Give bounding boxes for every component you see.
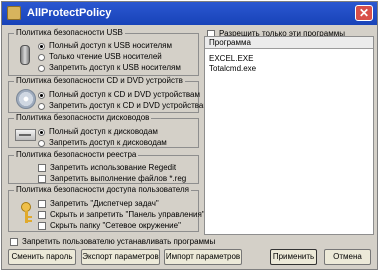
cd-policy-group: Политика безопасности CD и DVD устройств… [8,76,209,113]
window-title: AllProtectPolicy [27,7,112,19]
export-settings-button[interactable]: Экспорт параметров [81,249,160,265]
user-policy-group: Политика безопасности доступа пользовате… [8,185,205,232]
program-list-item[interactable]: EXCEL.EXE [209,54,253,64]
close-icon: ✕ [358,6,370,20]
cd-group-title: Политика безопасности CD и DVD устройств [14,76,185,86]
usb-full-access-radio[interactable]: Полный доступ к USB носителям [38,41,172,51]
hide-network-places-checkbox[interactable]: Скрыть папку "Сетевое окружение" [38,221,181,231]
program-column-header[interactable]: Программа [205,37,373,49]
change-password-button[interactable]: Сменить пароль [8,249,76,265]
deny-regedit-checkbox[interactable]: Запретить использование Regedit [38,163,176,173]
close-button[interactable]: ✕ [355,5,373,21]
title-bar: AllProtectPolicy ✕ [2,2,377,25]
program-list[interactable]: Программа EXCEL.EXE Totalcmd.exe [204,36,374,235]
hide-control-panel-checkbox[interactable]: Скрыть и запретить "Панель управления" [38,210,205,220]
deny-task-manager-checkbox[interactable]: Запретить "Диспетчер задач" [38,199,159,209]
disk-group-title: Политика безопасности дисководов [14,113,152,123]
floppy-drive-icon [14,123,38,147]
disk-deny-access-radio[interactable]: Запретить доступ к дисководам [38,138,167,148]
usb-drive-icon [14,43,38,67]
usb-deny-access-radio[interactable]: Запретить доступ к USB носителям [38,63,181,73]
deny-reg-files-checkbox[interactable]: Запретить выполнение файлов *.reg [38,174,186,184]
user-group-title: Политика безопасности доступа пользовате… [14,185,191,195]
key-icon [14,201,38,225]
app-icon [7,6,21,20]
apply-button[interactable]: Применить [270,249,317,265]
program-list-item[interactable]: Totalcmd.exe [209,64,256,74]
cd-deny-access-radio[interactable]: Запретить доступ к CD и DVD устройствам [38,101,209,111]
cd-icon [14,87,38,111]
registry-group-title: Политика безопасности реестра [14,150,139,160]
import-settings-button[interactable]: Импорт параметров [164,249,242,265]
usb-group-title: Политика безопасности USB [14,28,125,38]
disk-full-access-radio[interactable]: Полный доступ к дисководам [38,127,158,137]
app-window: AllProtectPolicy ✕ Политика безопасности… [1,1,378,270]
cancel-button[interactable]: Отмена [324,249,371,265]
registry-policy-group: Политика безопасности реестра Запретить … [8,150,199,184]
cd-full-access-radio[interactable]: Полный доступ к CD и DVD устройствам [38,90,200,100]
disk-policy-group: Политика безопасности дисководов Полный … [8,113,199,148]
forbid-install-checkbox[interactable]: Запретить пользователю устанавливать про… [10,237,215,247]
usb-read-only-radio[interactable]: Только чтение USB носителей [38,52,162,62]
usb-policy-group: Политика безопасности USB Полный доступ … [8,28,199,76]
